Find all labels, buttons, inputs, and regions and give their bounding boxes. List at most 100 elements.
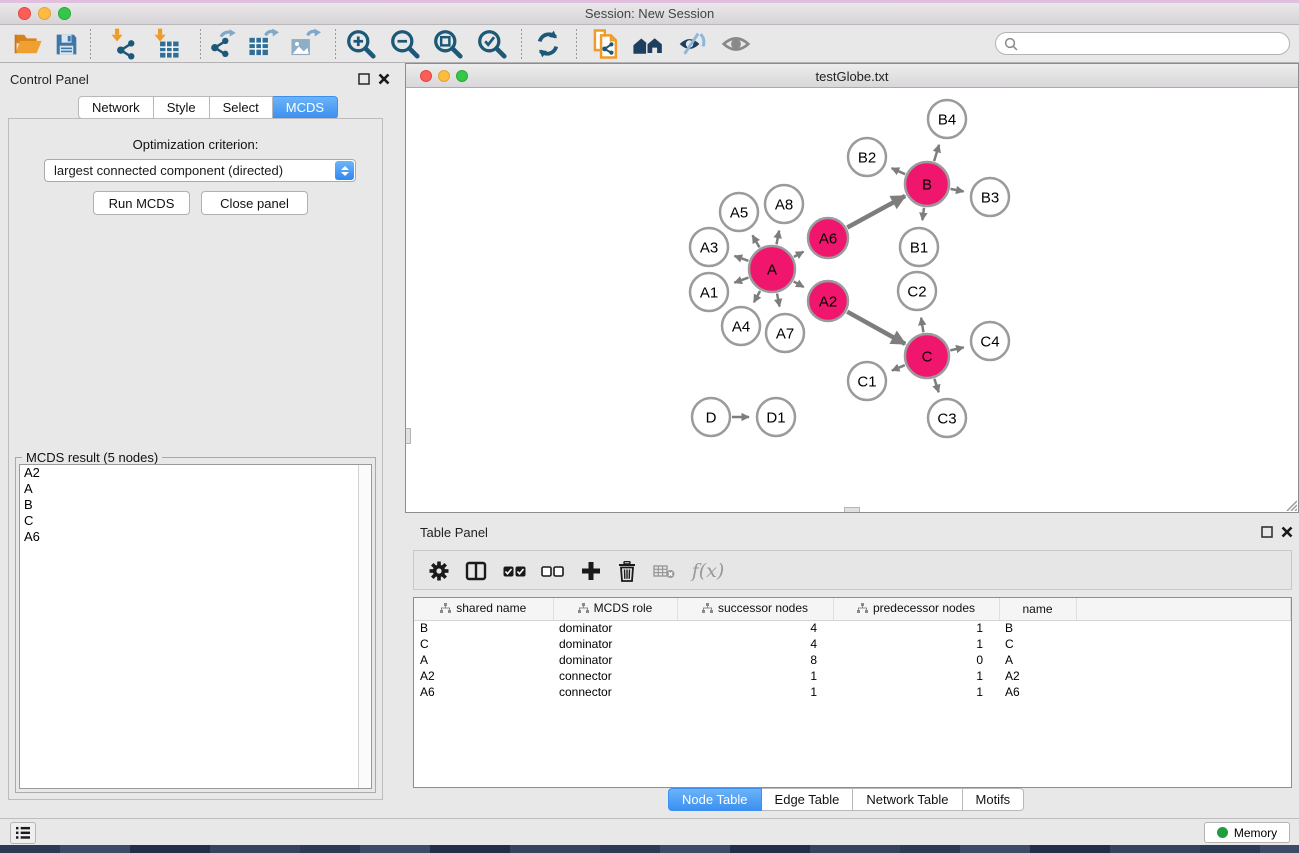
window-bottom-grip[interactable]	[844, 507, 860, 512]
open-session-button[interactable]	[10, 28, 46, 60]
table-row[interactable]: A6connector11A6	[414, 684, 1291, 700]
tab-edge-table[interactable]: Edge Table	[762, 788, 854, 811]
tab-node-table[interactable]: Node Table	[668, 788, 762, 811]
window-left-grip[interactable]	[406, 428, 411, 444]
graph-node-C4[interactable]: C4	[971, 322, 1009, 360]
deselect-all-button[interactable]	[539, 559, 565, 583]
mcds-result-list[interactable]: A2ABCA6	[19, 464, 372, 789]
graph-node-C[interactable]: C	[905, 334, 949, 378]
table-cell[interactable]: B	[414, 620, 553, 636]
graph-edge-A-A4[interactable]	[754, 291, 760, 302]
table-cell[interactable]: A	[414, 652, 553, 668]
float-panel-icon[interactable]	[358, 73, 370, 85]
table-cell[interactable]: 1	[833, 620, 999, 636]
search-input[interactable]	[1022, 35, 1289, 53]
delete-column-button[interactable]	[614, 559, 640, 583]
table-cell[interactable]: 4	[677, 636, 833, 652]
save-session-button[interactable]	[48, 28, 84, 60]
table-cell[interactable]: B	[999, 620, 1076, 636]
graph-edge-B-B3[interactable]	[951, 189, 964, 192]
export-table-button[interactable]	[245, 28, 281, 60]
graph-node-D[interactable]: D	[692, 398, 730, 436]
column-header-name[interactable]: name	[999, 598, 1076, 620]
tab-motifs[interactable]: Motifs	[963, 788, 1025, 811]
graph-edge-B-B1[interactable]	[922, 208, 924, 220]
mcds-result-item[interactable]: A2	[20, 465, 371, 481]
table-cell[interactable]: C	[414, 636, 553, 652]
table-cell[interactable]: A2	[999, 668, 1076, 684]
graph-node-A7[interactable]: A7	[766, 314, 804, 352]
table-cell[interactable]: dominator	[553, 636, 677, 652]
column-header-shared-name[interactable]: shared name	[414, 598, 553, 620]
hide-annotations-button[interactable]	[674, 28, 710, 60]
table-cell[interactable]	[1076, 620, 1291, 636]
close-panel-icon[interactable]	[378, 73, 390, 85]
graph-edge-A-A6[interactable]	[794, 252, 804, 257]
table-cell[interactable]: A6	[999, 684, 1076, 700]
table-cell[interactable]: C	[999, 636, 1076, 652]
graph-edge-A-A8[interactable]	[777, 231, 780, 245]
export-network-button[interactable]	[203, 28, 239, 60]
zoom-out-button[interactable]	[387, 28, 423, 60]
tab-mcds[interactable]: MCDS	[273, 96, 338, 119]
network-window-titlebar[interactable]: testGlobe.txt	[406, 64, 1298, 88]
graph-node-B[interactable]: B	[905, 162, 949, 206]
table-cell[interactable]: dominator	[553, 652, 677, 668]
tab-network-table[interactable]: Network Table	[853, 788, 962, 811]
table-cell[interactable]: A6	[414, 684, 553, 700]
table-cell[interactable]	[1076, 684, 1291, 700]
table-cell[interactable]: 1	[677, 684, 833, 700]
refresh-network-button[interactable]	[530, 28, 566, 60]
table-cell[interactable]	[1076, 652, 1291, 668]
zoom-fit-button[interactable]	[430, 28, 466, 60]
graph-node-A8[interactable]: A8	[765, 185, 803, 223]
graph-node-D1[interactable]: D1	[757, 398, 795, 436]
column-header-predecessor-nodes[interactable]: predecessor nodes	[833, 598, 999, 620]
export-image-button[interactable]	[287, 28, 323, 60]
column-header-successor-nodes[interactable]: successor nodes	[677, 598, 833, 620]
table-cell[interactable]	[1076, 636, 1291, 652]
window-resize-handle[interactable]	[1283, 497, 1297, 511]
mcds-result-item[interactable]: A6	[20, 529, 371, 545]
graph-edge-C-C1[interactable]	[892, 365, 905, 370]
select-all-button[interactable]	[501, 559, 527, 583]
table-cell[interactable]: 1	[833, 684, 999, 700]
graph-node-A[interactable]: A	[749, 246, 795, 292]
show-graphics-details-button[interactable]	[718, 28, 754, 60]
import-table-button[interactable]	[147, 28, 183, 60]
mcds-list-scrollbar[interactable]	[358, 465, 371, 788]
table-cell[interactable]: 1	[677, 668, 833, 684]
graph-edge-A-A3[interactable]	[735, 256, 749, 261]
run-mcds-button[interactable]: Run MCDS	[93, 191, 190, 215]
table-cell[interactable]: 1	[833, 668, 999, 684]
graph-node-A4[interactable]: A4	[722, 307, 760, 345]
graph-edge-A-A5[interactable]	[753, 235, 760, 247]
table-cell[interactable]: A2	[414, 668, 553, 684]
table-cell[interactable]: 1	[833, 636, 999, 652]
delete-table-button[interactable]	[651, 559, 677, 583]
close-table-panel-icon[interactable]	[1281, 526, 1293, 538]
graph-edge-A2-C[interactable]	[847, 312, 905, 344]
memory-button[interactable]: Memory	[1204, 822, 1290, 843]
table-row[interactable]: Adominator80A	[414, 652, 1291, 668]
table-row[interactable]: Cdominator41C	[414, 636, 1291, 652]
graph-node-A5[interactable]: A5	[720, 193, 758, 231]
table-cell[interactable]: 8	[677, 652, 833, 668]
graph-node-B4[interactable]: B4	[928, 100, 966, 138]
graph-node-A6[interactable]: A6	[808, 218, 848, 258]
graph-node-A3[interactable]: A3	[690, 228, 728, 266]
zoom-selected-button[interactable]	[474, 28, 510, 60]
graph-edge-B-B2[interactable]	[892, 168, 906, 174]
column-header-mcds-role[interactable]: MCDS role	[553, 598, 677, 620]
function-builder-button[interactable]: f(x)	[688, 559, 728, 583]
zoom-in-button[interactable]	[343, 28, 379, 60]
optimization-criterion-select[interactable]: largest connected component (directed)	[44, 159, 356, 182]
table-cell[interactable]	[1076, 668, 1291, 684]
graph-node-B1[interactable]: B1	[900, 228, 938, 266]
mcds-result-item[interactable]: C	[20, 513, 371, 529]
graph-node-C2[interactable]: C2	[898, 272, 936, 310]
graph-edge-A6-B[interactable]	[847, 196, 905, 228]
table-cell[interactable]: dominator	[553, 620, 677, 636]
mcds-result-item[interactable]: B	[20, 497, 371, 513]
mcds-result-item[interactable]: A	[20, 481, 371, 497]
